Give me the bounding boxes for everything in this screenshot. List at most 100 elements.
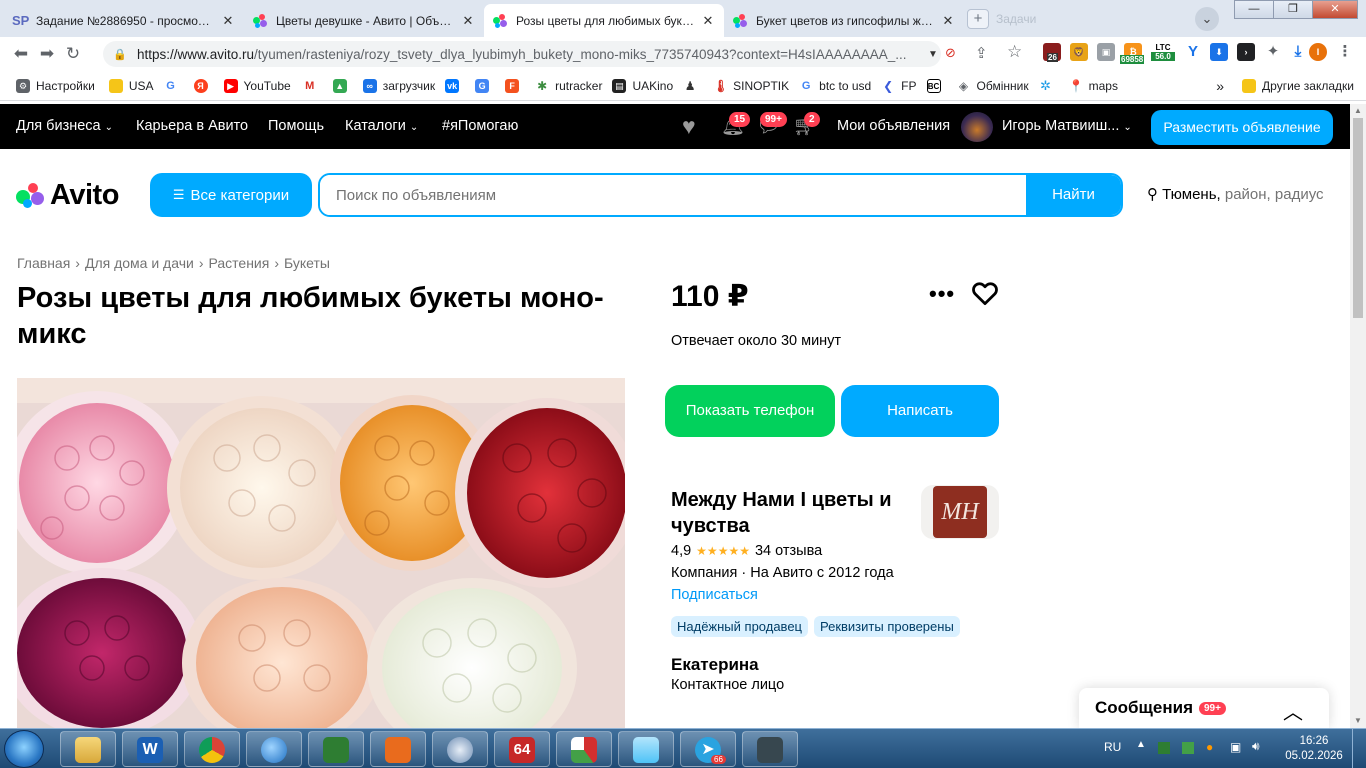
show-phone-button[interactable]: Показать телефон [665, 385, 835, 437]
bookmark-item[interactable]: G [475, 78, 495, 93]
taskbar-monitor[interactable] [742, 731, 798, 767]
close-tab-icon[interactable]: ✕ [220, 13, 236, 29]
reload-icon[interactable]: ↻ [60, 44, 86, 64]
browser-tab[interactable]: SP Задание №2886950 - просмотр з ✕ [4, 4, 244, 37]
nav-ihelp[interactable]: #яПомогаю [442, 118, 518, 134]
tray-shield-icon[interactable]: ● [1206, 740, 1213, 754]
my-ads-link[interactable]: Мои объявления [837, 118, 950, 134]
menu-dots-icon[interactable]: ⋮ [1336, 43, 1354, 61]
save-to-drive-icon[interactable]: ⬇ [1210, 43, 1228, 61]
taskbar-app-w[interactable]: W [122, 731, 178, 767]
tray-battery-icon[interactable] [1182, 742, 1194, 754]
close-tab-icon[interactable]: ✕ [940, 13, 956, 29]
seller-name[interactable]: Между Нами I цветы и чувства [671, 487, 911, 539]
bookmark-item[interactable]: BC [926, 78, 947, 93]
forward-arrow-icon[interactable]: ➡ [34, 44, 60, 64]
minimize-button[interactable]: — [1234, 0, 1274, 19]
search-button[interactable]: Найти [1026, 175, 1121, 215]
nav-business[interactable]: Для бизнеса ⌄ [16, 118, 113, 134]
bookmark-item[interactable]: G [163, 78, 184, 93]
scrollbar-thumb[interactable] [1353, 118, 1363, 318]
tray-up-arrow-icon[interactable]: ▲ [1136, 739, 1146, 750]
seller-logo[interactable]: МН [921, 485, 999, 539]
scroll-down-arrow-icon[interactable]: ▼ [1350, 714, 1366, 728]
more-options-icon[interactable]: ••• [929, 281, 955, 307]
subscribe-link[interactable]: Подписаться [671, 587, 758, 603]
extension-shield-icon[interactable]: 26 [1043, 43, 1061, 62]
taskbar-chrome[interactable] [184, 731, 240, 767]
taskbar-chart-app[interactable] [556, 731, 612, 767]
scroll-up-arrow-icon[interactable]: ▲ [1350, 104, 1366, 118]
tray-volume-icon[interactable]: 🔊︎ [1252, 739, 1260, 754]
bookmark-item[interactable]: 🌡 SINOPTIK [713, 78, 789, 93]
extension-y-icon[interactable]: Y [1184, 43, 1202, 61]
bookmark-item[interactable]: USA [108, 78, 154, 93]
taskbar-clock[interactable] [432, 731, 488, 767]
browser-tab[interactable]: Букет цветов из гипсофилы жене ✕ [724, 4, 964, 37]
bookmark-item[interactable]: Gbtc to usd [799, 78, 871, 93]
address-bar[interactable]: 🔒 https://www.avito.ru/tyumen/rasteniya/… [103, 41, 941, 67]
user-menu[interactable]: Игорь Матвииш... ⌄ [1002, 118, 1132, 134]
breadcrumb-item[interactable]: Для дома и дачи [85, 255, 194, 271]
chevron-up-icon[interactable]: ︿ [1283, 696, 1303, 725]
litecoin-icon[interactable]: LTC 56.0 [1151, 43, 1175, 61]
bookmark-item[interactable]: 📍 maps [1068, 78, 1118, 93]
breadcrumb-item[interactable]: Растения [209, 255, 270, 271]
bookmark-item[interactable]: ✲ [1038, 78, 1059, 93]
other-bookmarks[interactable]: Другие закладки [1262, 79, 1354, 93]
bookmark-item[interactable]: M [302, 78, 323, 93]
blocked-icon[interactable]: ⊘ [945, 45, 956, 61]
avatar[interactable]: I [1309, 43, 1327, 61]
favorites-heart-icon[interactable]: ♥ [682, 113, 696, 140]
verified-details-badge[interactable]: Реквизиты проверены [814, 616, 960, 637]
taskbar-clock-display[interactable]: 16:26 05.02.2026 [1283, 734, 1345, 764]
bookmark-item[interactable]: ▲ [332, 78, 353, 93]
extension-arrow-icon[interactable]: › [1237, 43, 1255, 61]
taskbar-media[interactable] [370, 731, 426, 767]
close-tab-icon[interactable]: ✕ [700, 13, 716, 29]
share-icon[interactable]: ⇪ [975, 44, 988, 62]
bookmarks-more-button[interactable]: » [1216, 78, 1224, 94]
extension-case-icon[interactable]: ▣ [1097, 43, 1115, 61]
bookmark-item[interactable]: ⚙ Настройки [16, 78, 95, 93]
new-tab-button[interactable]: + [967, 9, 989, 29]
bookmark-item[interactable]: ▤ UAKino [612, 78, 673, 93]
browser-tab[interactable]: Цветы девушке - Авито | Объявл ✕ [244, 4, 484, 37]
maximize-button[interactable]: ❐ [1273, 0, 1313, 19]
bookmark-item[interactable]: Я [193, 78, 214, 93]
bookmark-item[interactable]: ❮ FP [881, 78, 917, 93]
taskbar-aida64[interactable]: 64 [494, 731, 550, 767]
add-to-favorites-heart-icon[interactable] [970, 278, 1000, 308]
language-indicator[interactable]: RU [1104, 740, 1121, 754]
trusted-seller-badge[interactable]: Надёжный продавец [671, 616, 808, 637]
nav-help[interactable]: Помощь [268, 118, 324, 134]
bookmark-item[interactable]: ∞ загрузчик [362, 78, 435, 93]
page-scrollbar[interactable]: ▲ ▼ [1350, 104, 1366, 728]
extensions-puzzle-icon[interactable]: ✦ [1264, 43, 1282, 61]
search-input[interactable] [320, 175, 1026, 215]
tab-search-icon[interactable]: ⌄ [1195, 7, 1219, 31]
start-button[interactable] [4, 730, 44, 768]
close-tab-icon[interactable]: ✕ [460, 13, 476, 29]
close-window-button[interactable]: ✕ [1312, 0, 1358, 19]
bookmark-star-icon[interactable]: ☆ [1007, 42, 1022, 62]
browser-tab-active[interactable]: Розы цветы для любимых букеты ✕ [484, 4, 724, 37]
taskbar-telegram[interactable]: ➤ 66 [680, 731, 736, 767]
post-ad-button[interactable]: Разместить объявление [1151, 110, 1333, 145]
write-message-button[interactable]: Написать [841, 385, 999, 437]
tray-network-icon[interactable]: ▣ [1230, 740, 1241, 754]
bookmark-item[interactable]: F [505, 78, 525, 93]
avatar[interactable] [961, 112, 993, 142]
seller-rating[interactable]: 4,9 ★★★★★ 34 отзыва [671, 543, 822, 559]
bookmark-item[interactable]: vk [445, 78, 465, 93]
bookmark-item[interactable]: ▶ YouTube [223, 78, 291, 93]
taskbar-notes[interactable] [618, 731, 674, 767]
bookmark-item[interactable]: ◈ Обмінник [956, 78, 1029, 93]
tray-green-icon[interactable] [1158, 742, 1170, 754]
nav-career[interactable]: Карьера в Авито [136, 118, 248, 134]
taskbar-globe[interactable] [246, 731, 302, 767]
listing-photo[interactable] [17, 378, 625, 728]
nav-catalogs[interactable]: Каталоги ⌄ [345, 118, 418, 134]
taskbar-explorer[interactable] [60, 731, 116, 767]
all-categories-button[interactable]: ☰ Все категории [150, 173, 312, 217]
